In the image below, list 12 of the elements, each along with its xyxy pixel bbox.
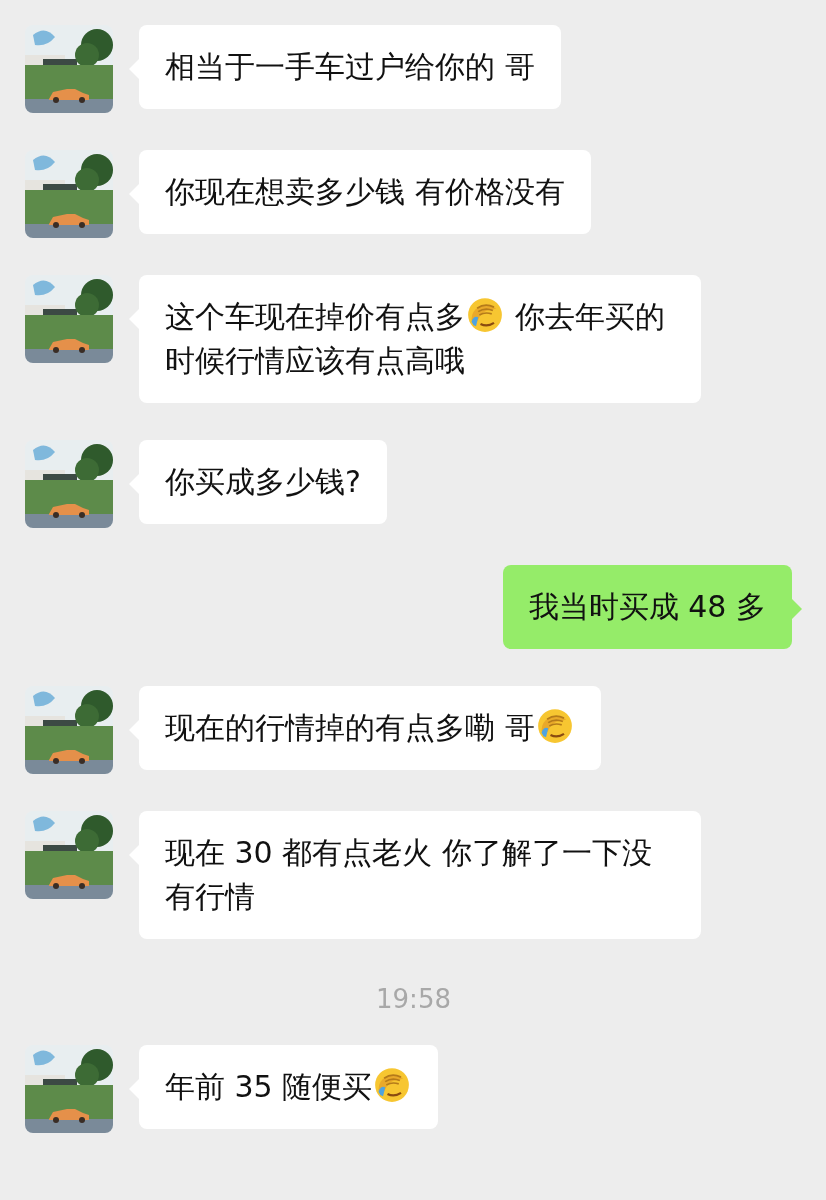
facepalm-emoji-icon xyxy=(374,1067,411,1103)
message-bubble: 相当于一手车过户给你的 哥 xyxy=(139,25,561,109)
message-bubble: 我当时买成 48 多 xyxy=(502,565,792,649)
message-bubble: 你现在想卖多少钱 有价格没有 xyxy=(139,150,591,234)
message-bubble: 现在 30 都有点老火 你了解了一下没有行情 xyxy=(139,811,701,939)
facepalm-emoji-icon xyxy=(467,297,503,333)
message-bubble: 现在的行情掉的有点多嘞 哥 xyxy=(139,686,601,770)
message-bubble: 这个车现在掉价有点多 你去年买的时候行情应该有点高哦 xyxy=(139,275,701,403)
message-bubble: 年前 35 随便买 xyxy=(139,1045,439,1129)
timestamp: 19:58 xyxy=(376,984,451,1014)
facepalm-emoji-icon xyxy=(536,708,573,744)
message-bubble: 你买成多少钱? xyxy=(139,440,387,524)
